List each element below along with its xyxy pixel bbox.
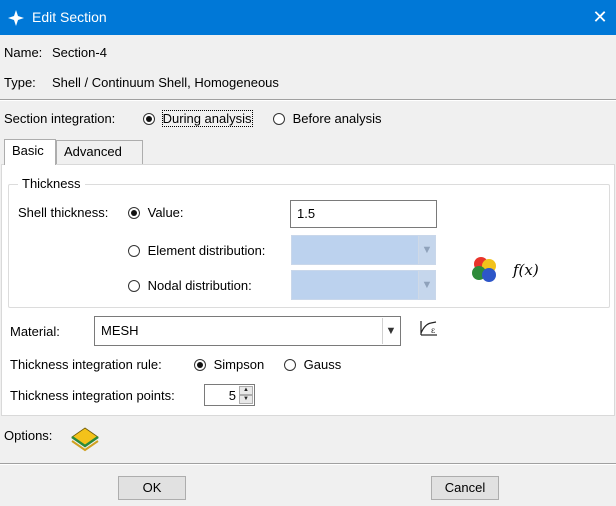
thickness-group-label: Thickness — [18, 176, 85, 191]
radio-selected-icon — [194, 359, 206, 371]
element-distribution-combo: ▼ — [291, 235, 436, 265]
thickness-value-input[interactable]: 1.5 — [290, 200, 437, 228]
gauss-radio[interactable]: Gauss — [284, 357, 341, 372]
spin-down-icon[interactable]: ▼ — [239, 395, 253, 404]
before-analysis-label: Before analysis — [292, 111, 382, 126]
material-manager-icon[interactable]: ε — [419, 318, 441, 338]
nodal-distribution-label: Nodal distribution: — [147, 278, 252, 293]
radio-unselected-icon — [128, 280, 140, 292]
material-combo[interactable]: MESH ▼ — [94, 316, 401, 346]
name-value: Section-4 — [52, 45, 107, 60]
ok-button[interactable]: OK — [118, 476, 186, 500]
nodal-distribution-combo: ▼ — [291, 270, 436, 300]
close-icon[interactable]: ✕ — [590, 6, 610, 28]
svg-text:ε: ε — [431, 326, 435, 335]
radio-selected-icon — [143, 113, 155, 125]
section-options-icon[interactable] — [71, 427, 99, 453]
material-value: MESH — [101, 323, 139, 338]
radio-unselected-icon — [284, 359, 296, 371]
integration-rule-label: Thickness integration rule: — [10, 357, 162, 372]
integration-points-value: 5 — [228, 388, 236, 403]
type-value: Shell / Continuum Shell, Homogeneous — [52, 75, 279, 90]
during-analysis-radio[interactable]: During analysis — [143, 110, 253, 127]
spin-up-icon[interactable]: ▲ — [239, 386, 253, 395]
material-label: Material: — [10, 324, 60, 339]
fx-label[interactable]: f(x) — [513, 261, 539, 279]
chevron-down-icon: ▼ — [382, 318, 399, 344]
during-analysis-label: During analysis — [161, 110, 253, 127]
type-label: Type: — [4, 75, 36, 90]
nodal-distribution-radio[interactable]: Nodal distribution: — [128, 278, 252, 293]
separator — [0, 463, 616, 465]
integration-points-spinner[interactable]: 5 ▲ ▼ — [204, 384, 255, 406]
chevron-down-icon: ▼ — [418, 271, 435, 299]
name-label: Name: — [4, 45, 43, 60]
element-distribution-label: Element distribution: — [147, 243, 266, 258]
window-title: Edit Section — [32, 9, 107, 25]
value-radio-label: Value: — [147, 205, 184, 220]
options-label: Options: — [4, 428, 53, 443]
analytical-field-icon[interactable] — [470, 255, 500, 283]
radio-unselected-icon — [128, 245, 140, 257]
radio-selected-icon — [128, 207, 140, 219]
simpson-radio[interactable]: Simpson — [194, 357, 264, 372]
chevron-down-icon: ▼ — [418, 236, 435, 264]
integration-points-label: Thickness integration points: — [10, 388, 175, 403]
radio-unselected-icon — [273, 113, 285, 125]
separator — [0, 99, 616, 101]
tab-advanced[interactable]: Advanced — [56, 140, 143, 164]
value-radio[interactable]: Value: — [128, 205, 184, 220]
element-distribution-radio[interactable]: Element distribution: — [128, 243, 265, 258]
tab-basic[interactable]: Basic — [4, 139, 56, 165]
shell-thickness-label: Shell thickness: — [18, 205, 109, 220]
app-logo-icon — [8, 10, 24, 26]
gauss-label: Gauss — [303, 357, 342, 372]
before-analysis-radio[interactable]: Before analysis — [273, 111, 382, 126]
simpson-label: Simpson — [213, 357, 265, 372]
cancel-button[interactable]: Cancel — [431, 476, 499, 500]
title-bar: Edit Section ✕ — [0, 0, 616, 35]
section-integration-label: Section integration: — [4, 111, 116, 126]
